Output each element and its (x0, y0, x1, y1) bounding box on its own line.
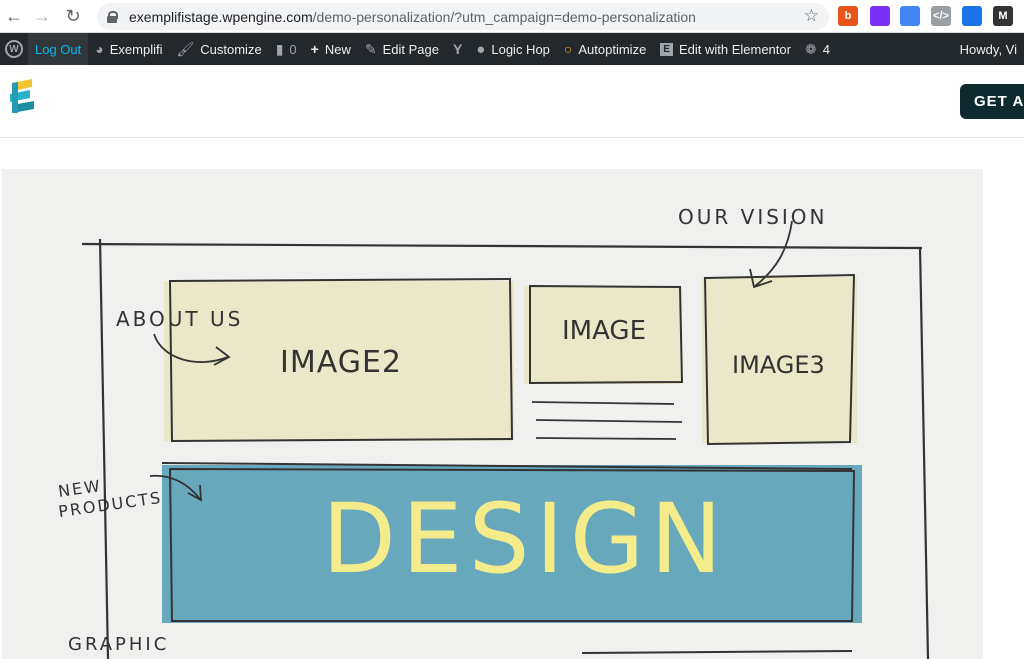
plus-icon: + (310, 41, 319, 57)
elementor-icon: E (660, 42, 673, 56)
back-arrow-icon[interactable]: ← (0, 2, 28, 30)
puzzle-extension-icon[interactable] (900, 6, 920, 26)
autoptimize-link[interactable]: ○ Autoptimize (557, 33, 653, 65)
new-label: New (324, 41, 351, 57)
logic-hop-label: Logic Hop (491, 41, 550, 57)
about-us-label: ABOUT US (116, 307, 244, 331)
wordpress-logo-icon[interactable]: W (0, 33, 28, 65)
hero-sketch-image: OUR VISION ABOUT US IMAGE2 IMAGE IMAGE3 … (2, 169, 983, 659)
elementor-label: Edit with Elementor (678, 41, 791, 57)
comment-bubble-icon: ▮ (275, 40, 284, 57)
reload-icon[interactable]: ↻ (59, 2, 87, 30)
comment-count: 0 (289, 41, 297, 57)
wp-admin-bar: W Log Out ◕ Exemplifi 🖌 Customize ▮ 0 + … (0, 33, 1024, 65)
color-ring-icon[interactable] (870, 6, 890, 26)
logout-link[interactable]: Log Out (28, 33, 89, 65)
pencil-icon: ✎ (364, 40, 377, 57)
graphic-label: GRAPHIC (68, 634, 170, 655)
browser-toolbar: ← → ↻ exemplifistage.wpengine.com/demo-p… (0, 0, 1024, 33)
url-text: exemplifistage.wpengine.com/demo-persona… (129, 8, 696, 25)
status-dot-icon: ● (476, 40, 486, 58)
site-name-label: Exemplifi (109, 41, 163, 57)
yoast-seo-icon[interactable]: Y (446, 33, 469, 65)
edit-page-link[interactable]: ✎ Edit Page (358, 33, 446, 65)
brush-icon: 🖌 (176, 40, 195, 57)
code-extension-icon[interactable]: </> (931, 6, 951, 26)
updates-count: 4 (822, 41, 830, 57)
customize-label: Customize (200, 41, 262, 57)
lock-icon (107, 10, 118, 23)
customize-link[interactable]: 🖌 Customize (169, 33, 268, 65)
bookmark-star-icon[interactable]: ☆ (804, 6, 819, 26)
image-label: IMAGE (562, 316, 647, 346)
comments-link[interactable]: ▮ 0 (269, 33, 304, 65)
updates-link[interactable]: ❁ 4 (798, 33, 837, 65)
page-extension-icon[interactable] (962, 6, 982, 26)
get-started-button[interactable]: GET A (960, 84, 1024, 119)
edit-with-elementor-link[interactable]: E Edit with Elementor (653, 33, 798, 65)
design-label: DESIGN (322, 483, 729, 595)
site-name-link[interactable]: ◕ Exemplifi (88, 33, 169, 65)
autoptimize-ring-icon: ○ (563, 41, 573, 57)
edit-page-label: Edit Page (382, 41, 439, 57)
dashboard-icon: ◕ (95, 41, 104, 57)
site-header: GET A (0, 65, 1024, 138)
image2-label: IMAGE2 (280, 345, 403, 380)
m-extension-icon[interactable]: M (993, 6, 1013, 26)
b-extension-icon[interactable]: b (838, 6, 858, 26)
logic-hop-link[interactable]: ● Logic Hop (469, 33, 557, 65)
exemplifi-logo-icon[interactable] (8, 79, 40, 121)
address-bar[interactable]: exemplifistage.wpengine.com/demo-persona… (97, 3, 829, 30)
our-vision-label: OUR VISION (678, 205, 828, 229)
new-content-link[interactable]: + New (304, 33, 358, 65)
forward-arrow-icon[interactable]: → (28, 2, 56, 30)
autoptimize-label: Autoptimize (578, 41, 647, 57)
howdy-account-link[interactable]: Howdy, Vi (953, 33, 1024, 65)
updates-icon: ❁ (804, 40, 817, 57)
image3-label: IMAGE3 (732, 351, 825, 379)
